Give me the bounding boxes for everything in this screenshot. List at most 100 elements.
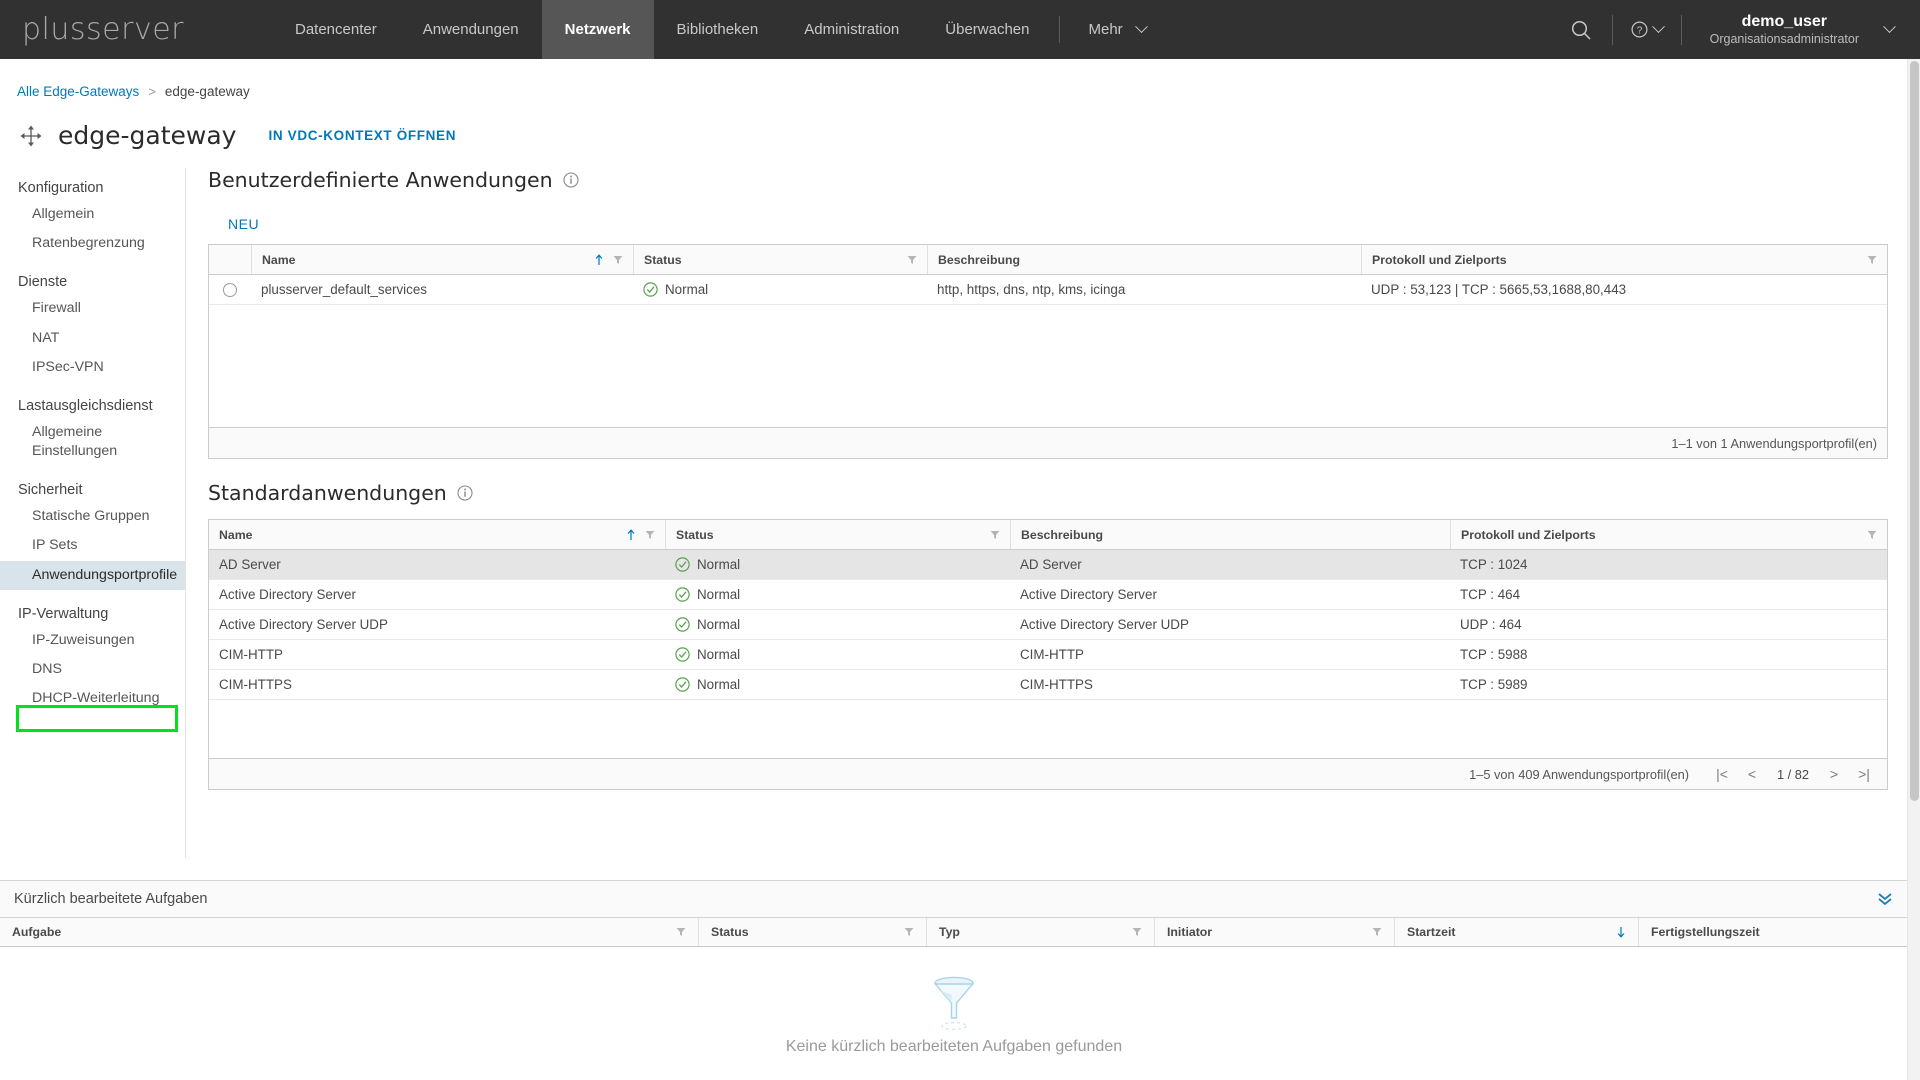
cell-beschreibung: Active Directory Server bbox=[1020, 587, 1157, 602]
nav-item-mehr[interactable]: Mehr bbox=[1066, 0, 1169, 59]
tasks-empty-state: Keine kürzlich bearbeiteten Aufgaben gef… bbox=[0, 947, 1908, 1079]
sidebar-item-anwendungsportprofile[interactable]: Anwendungsportprofile bbox=[0, 560, 185, 590]
help-circle-icon: ? bbox=[1631, 21, 1648, 38]
sidebar-item-ip-sets[interactable]: IP Sets bbox=[0, 531, 185, 560]
standard-apps-header: Standardanwendungen bbox=[208, 481, 1888, 505]
table-row[interactable]: AD Server Normal AD Server TCP : 1024 bbox=[209, 550, 1887, 580]
pagination-first-button[interactable]: |< bbox=[1709, 763, 1735, 785]
table-row[interactable]: plusserver_default_services Normal http,… bbox=[209, 275, 1887, 305]
nav-item-mehr-label: Mehr bbox=[1088, 21, 1123, 38]
header-protokoll[interactable]: Protokoll und Zielports bbox=[1361, 245, 1887, 274]
table-row[interactable]: CIM-HTTPS Normal CIM-HTTPS TCP : 5989 bbox=[209, 670, 1887, 700]
cell-protokoll: TCP : 1024 bbox=[1460, 557, 1528, 572]
cell-name: CIM-HTTPS bbox=[219, 677, 292, 692]
table-row[interactable]: Active Directory Server UDP Normal Activ… bbox=[209, 610, 1887, 640]
header-status[interactable]: Status bbox=[633, 245, 927, 274]
tasks-header-typ[interactable]: Typ bbox=[926, 918, 1154, 946]
filter-icon[interactable] bbox=[613, 255, 623, 265]
chevron-double-down-icon[interactable] bbox=[1876, 892, 1894, 906]
breadcrumb-root-link[interactable]: Alle Edge-Gateways bbox=[17, 84, 139, 99]
page-title-row: edge-gateway IN VDC-KONTEXT ÖFFNEN bbox=[0, 121, 1920, 150]
header-beschreibung[interactable]: Beschreibung bbox=[1010, 520, 1450, 549]
info-icon[interactable] bbox=[563, 172, 579, 188]
nav-item-datencenter[interactable]: Datencenter bbox=[272, 0, 400, 59]
tasks-header-typ-label: Typ bbox=[939, 925, 960, 939]
brand-logo[interactable]: plusserver bbox=[0, 0, 272, 59]
sidebar-item-ratenbegrenzung[interactable]: Ratenbegrenzung bbox=[0, 229, 185, 258]
table-row[interactable]: Active Directory Server Normal Active Di… bbox=[209, 580, 1887, 610]
row-radio-cell[interactable] bbox=[209, 275, 251, 304]
chevron-down-icon bbox=[1134, 20, 1148, 34]
cell-status: Normal bbox=[665, 580, 1010, 609]
tasks-header-initiator-label: Initiator bbox=[1167, 925, 1213, 939]
sidebar-item-allgemein[interactable]: Allgemein bbox=[0, 200, 185, 229]
search-button[interactable] bbox=[1552, 0, 1610, 59]
sort-ascending-icon[interactable] bbox=[626, 528, 636, 541]
header-protokoll[interactable]: Protokoll und Zielports bbox=[1450, 520, 1887, 549]
filter-icon[interactable] bbox=[907, 255, 917, 265]
table-row[interactable]: CIM-HTTP Normal CIM-HTTP TCP : 5988 bbox=[209, 640, 1887, 670]
nav-item-netzwerk[interactable]: Netzwerk bbox=[541, 0, 654, 59]
header-protokoll-label: Protokoll und Zielports bbox=[1461, 527, 1596, 542]
status-ok-icon bbox=[675, 677, 690, 692]
tasks-header-aufgabe[interactable]: Aufgabe bbox=[0, 918, 698, 946]
tasks-header-initiator[interactable]: Initiator bbox=[1154, 918, 1394, 946]
header-name[interactable]: Name bbox=[251, 245, 633, 274]
filter-icon[interactable] bbox=[1867, 530, 1877, 540]
row-radio-button[interactable] bbox=[223, 282, 237, 297]
help-button[interactable]: ? bbox=[1615, 0, 1679, 59]
filter-icon[interactable] bbox=[1132, 927, 1142, 937]
sort-ascending-icon[interactable] bbox=[594, 253, 604, 266]
recent-tasks-header: Kürzlich bearbeitete Aufgaben bbox=[0, 881, 1908, 917]
page-scrollbar[interactable] bbox=[1907, 59, 1920, 1080]
cell-protokoll: TCP : 464 bbox=[1460, 587, 1521, 602]
header-name[interactable]: Name bbox=[209, 520, 665, 549]
tasks-header-status[interactable]: Status bbox=[698, 918, 926, 946]
standard-apps-count: 1–5 von 409 Anwendungsportprofil(en) bbox=[1469, 766, 1689, 782]
chevron-down-icon bbox=[1651, 20, 1665, 34]
top-header: plusserver Datencenter Anwendungen Netzw… bbox=[0, 0, 1920, 59]
open-in-vdc-context-link[interactable]: IN VDC-KONTEXT ÖFFNEN bbox=[268, 128, 456, 143]
sidebar-item-ipsec-vpn[interactable]: IPSec-VPN bbox=[0, 353, 185, 382]
cell-name: Active Directory Server UDP bbox=[219, 617, 388, 632]
info-icon[interactable] bbox=[457, 485, 473, 501]
tasks-header-fertigstellungszeit[interactable]: Fertigstellungszeit bbox=[1638, 918, 1908, 946]
sidebar-item-ip-zuweisungen[interactable]: IP-Zuweisungen bbox=[0, 626, 185, 655]
sort-descending-icon[interactable] bbox=[1616, 926, 1626, 938]
nav-item-administration[interactable]: Administration bbox=[781, 0, 922, 59]
sidebar: Konfiguration Allgemein Ratenbegrenzung … bbox=[0, 168, 186, 858]
scrollbar-thumb[interactable] bbox=[1910, 61, 1919, 801]
header-actions: ? demo_user Organisationsadministrator bbox=[1552, 0, 1920, 59]
header-beschreibung[interactable]: Beschreibung bbox=[927, 245, 1361, 274]
filter-icon[interactable] bbox=[676, 927, 686, 937]
cell-beschreibung: CIM-HTTP bbox=[1020, 647, 1084, 662]
filter-icon[interactable] bbox=[645, 530, 655, 540]
header-status[interactable]: Status bbox=[665, 520, 1010, 549]
filter-icon[interactable] bbox=[990, 530, 1000, 540]
nav-item-anwendungen[interactable]: Anwendungen bbox=[400, 0, 542, 59]
nav-item-bibliotheken[interactable]: Bibliotheken bbox=[654, 0, 782, 59]
filter-icon[interactable] bbox=[1867, 255, 1877, 265]
user-menu[interactable]: demo_user Organisationsadministrator bbox=[1684, 12, 1896, 48]
filter-icon[interactable] bbox=[1372, 927, 1382, 937]
pagination-prev-button[interactable]: < bbox=[1739, 763, 1765, 785]
sidebar-item-dhcp-weiterleitung[interactable]: DHCP-Weiterleitung bbox=[0, 684, 185, 713]
breadcrumb-current: edge-gateway bbox=[164, 83, 250, 99]
pagination-next-button[interactable]: > bbox=[1821, 763, 1847, 785]
nav-item-ueberwachen[interactable]: Überwachen bbox=[922, 0, 1052, 59]
status-ok-icon bbox=[643, 282, 658, 297]
custom-apps-title: Benutzerdefinierte Anwendungen bbox=[208, 168, 553, 192]
filter-icon[interactable] bbox=[904, 927, 914, 937]
tasks-header-startzeit[interactable]: Startzeit bbox=[1394, 918, 1638, 946]
sidebar-item-statische-gruppen[interactable]: Statische Gruppen bbox=[0, 502, 185, 531]
new-application-button[interactable]: NEU bbox=[228, 216, 259, 232]
sidebar-item-dns[interactable]: DNS bbox=[0, 655, 185, 684]
sidebar-item-allgemeine-einstellungen[interactable]: Allgemeine Einstellungen bbox=[0, 418, 185, 466]
status-ok-icon bbox=[675, 617, 690, 632]
sidebar-item-firewall[interactable]: Firewall bbox=[0, 294, 185, 323]
header-status-label: Status bbox=[644, 252, 682, 267]
sidebar-item-nat[interactable]: NAT bbox=[0, 324, 185, 353]
header-beschreibung-label: Beschreibung bbox=[938, 252, 1020, 267]
header-protokoll-label: Protokoll und Zielports bbox=[1372, 252, 1507, 267]
pagination-last-button[interactable]: >| bbox=[1851, 763, 1877, 785]
